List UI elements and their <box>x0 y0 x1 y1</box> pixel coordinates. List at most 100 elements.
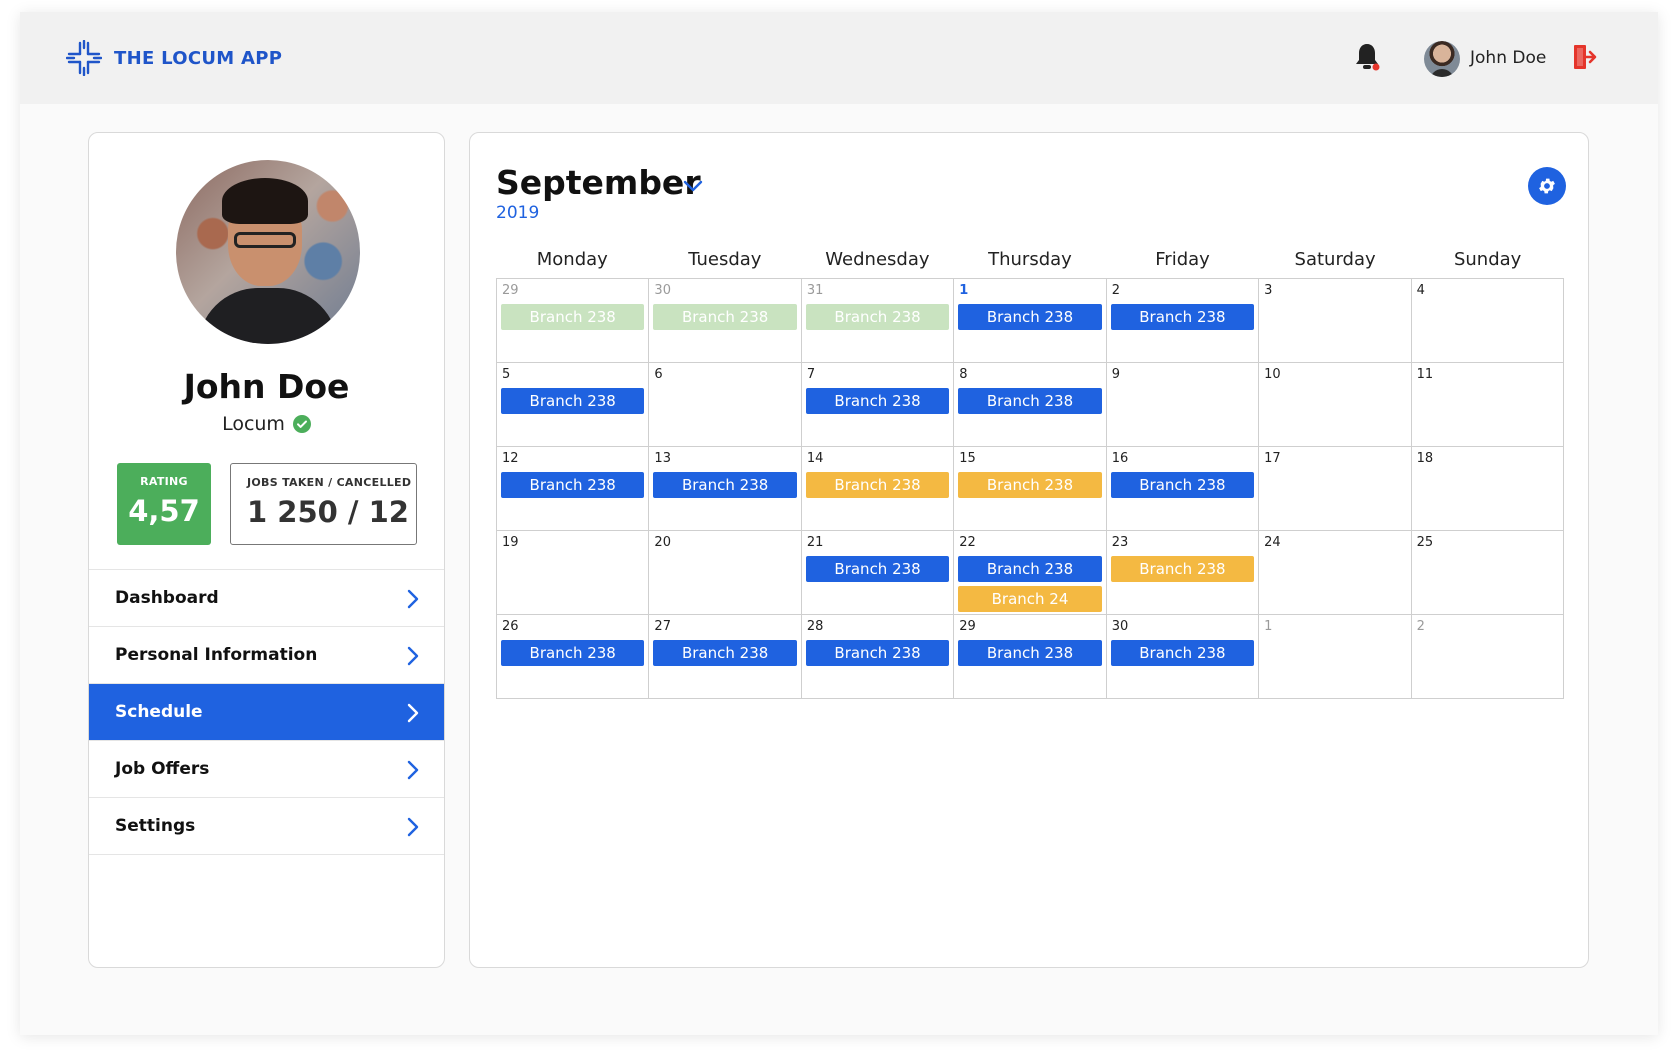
calendar-event[interactable]: Branch 238 <box>501 304 645 330</box>
weekday-label: Friday <box>1155 249 1210 270</box>
calendar-event[interactable]: Branch 238 <box>1110 472 1255 498</box>
calendar-event[interactable]: Branch 238 <box>958 556 1102 582</box>
calendar-day-cell[interactable]: 19 <box>497 531 650 615</box>
calendar-day-cell[interactable]: 29 Branch 238 <box>954 615 1107 699</box>
day-number: 16 <box>1111 451 1129 466</box>
calendar-day-cell[interactable]: 30 Branch 238 <box>1106 615 1260 699</box>
gear-icon <box>1539 178 1555 194</box>
user-avatar[interactable] <box>1424 41 1460 77</box>
calendar-event[interactable]: Branch 238 <box>958 472 1102 498</box>
day-number: 7 <box>806 367 816 382</box>
calendar-event[interactable]: Branch 238 <box>805 640 950 666</box>
calendar-day-cell[interactable]: 30 Branch 238 <box>649 279 802 363</box>
day-number: 13 <box>654 451 671 466</box>
day-number: 14 <box>806 451 824 466</box>
calendar-day-cell[interactable]: 25 <box>1411 531 1564 615</box>
calendar-panel: September 2019 Monday Tuesday Wednesday … <box>469 132 1589 968</box>
day-number: 8 <box>959 367 968 382</box>
calendar-day-cell[interactable]: 23 Branch 238 <box>1106 531 1260 615</box>
calendar-day-cell[interactable]: 12 Branch 238 <box>497 447 650 531</box>
calendar-day-cell[interactable]: 26 Branch 238 <box>497 615 650 699</box>
calendar-day-cell[interactable]: 7 Branch 238 <box>801 363 955 447</box>
month-title[interactable]: September <box>496 163 701 202</box>
day-number: 26 <box>502 619 519 634</box>
day-number: 22 <box>959 535 976 550</box>
calendar-day-cell[interactable]: 24 <box>1259 531 1412 615</box>
day-number: 23 <box>1111 535 1129 550</box>
calendar-event[interactable]: Branch 238 <box>653 640 797 666</box>
calendar-day-cell[interactable]: 9 <box>1106 363 1260 447</box>
profile-photo <box>176 160 360 344</box>
notification-bell-icon[interactable] <box>1353 42 1381 72</box>
calendar-event[interactable]: Branch 238 <box>958 388 1102 414</box>
calendar-day-cell[interactable]: 15 Branch 238 <box>954 447 1107 531</box>
calendar-event[interactable]: Branch 24 <box>958 586 1102 612</box>
calendar-event[interactable]: Branch 238 <box>653 472 797 498</box>
app-window: THE LOCUM APP John Doe John Doe Locum RA… <box>20 12 1658 1035</box>
calendar-event[interactable]: Branch 238 <box>805 304 950 330</box>
calendar-event[interactable]: Branch 238 <box>501 640 645 666</box>
calendar-event[interactable]: Branch 238 <box>958 304 1102 330</box>
calendar-day-cell[interactable]: 18 <box>1411 447 1564 531</box>
calendar-event[interactable]: Branch 238 <box>1110 640 1255 666</box>
calendar-event[interactable]: Branch 238 <box>805 388 950 414</box>
calendar-day-cell[interactable]: 1 <box>1259 615 1412 699</box>
day-number: 15 <box>959 451 976 466</box>
menu-item-label: Dashboard <box>115 588 219 608</box>
calendar-settings-button[interactable] <box>1528 167 1566 205</box>
calendar-event[interactable]: Branch 238 <box>1110 556 1255 582</box>
profile-role: Locum <box>89 413 444 435</box>
calendar-day-cell[interactable]: 1 Branch 238 <box>954 279 1107 363</box>
calendar-day-cell[interactable]: 6 <box>649 363 802 447</box>
calendar-event[interactable]: Branch 238 <box>501 388 645 414</box>
calendar-event[interactable]: Branch 238 <box>653 304 797 330</box>
app-logo-icon <box>66 40 102 76</box>
chevron-down-icon[interactable] <box>682 179 704 193</box>
menu-item-dashboard[interactable]: Dashboard <box>89 570 444 627</box>
day-number: 29 <box>502 283 519 298</box>
calendar-day-cell[interactable]: 22 Branch 238 Branch 24 <box>954 531 1107 615</box>
calendar-day-cell[interactable]: 2 <box>1411 615 1564 699</box>
weekday-label: Sunday <box>1453 249 1522 270</box>
calendar-day-cell[interactable]: 8 Branch 238 <box>954 363 1107 447</box>
day-number: 21 <box>806 535 824 550</box>
calendar-day-cell[interactable]: 13 Branch 238 <box>649 447 802 531</box>
chevron-right-icon <box>407 817 419 837</box>
calendar-day-cell[interactable]: 11 <box>1411 363 1564 447</box>
calendar-event[interactable]: Branch 238 <box>805 472 950 498</box>
calendar-day-cell[interactable]: 20 <box>649 531 802 615</box>
top-bar: THE LOCUM APP John Doe <box>20 12 1658 104</box>
brand[interactable]: THE LOCUM APP <box>66 40 282 76</box>
day-number: 27 <box>654 619 671 634</box>
menu-item-label: Schedule <box>115 702 203 722</box>
calendar-event[interactable]: Branch 238 <box>805 556 950 582</box>
calendar-event[interactable]: Branch 238 <box>958 640 1102 666</box>
rating-card: RATING 4,57 <box>117 463 211 545</box>
chevron-right-icon <box>407 646 419 666</box>
weekday-label: Thursday <box>988 249 1072 270</box>
menu-item-job-offers[interactable]: Job Offers <box>89 741 444 798</box>
day-number: 4 <box>1416 283 1425 298</box>
calendar-event[interactable]: Branch 238 <box>1110 304 1255 330</box>
calendar-day-cell[interactable]: 17 <box>1259 447 1412 531</box>
day-number: 9 <box>1111 367 1120 382</box>
calendar-day-cell[interactable]: 14 Branch 238 <box>801 447 955 531</box>
calendar-day-cell[interactable]: 2 Branch 238 <box>1106 279 1260 363</box>
menu-item-schedule[interactable]: Schedule <box>89 684 444 741</box>
calendar-day-cell[interactable]: 29 Branch 238 <box>497 279 650 363</box>
calendar-day-cell[interactable]: 5 Branch 238 <box>497 363 650 447</box>
calendar-day-cell[interactable]: 28 Branch 238 <box>801 615 955 699</box>
calendar-day-cell[interactable]: 10 <box>1259 363 1412 447</box>
weekday-header: Monday Tuesday Wednesday Thursday Friday… <box>496 249 1564 273</box>
calendar-day-cell[interactable]: 16 Branch 238 <box>1106 447 1260 531</box>
calendar-day-cell[interactable]: 4 <box>1411 279 1564 363</box>
calendar-day-cell[interactable]: 27 Branch 238 <box>649 615 802 699</box>
calendar-day-cell[interactable]: 21 Branch 238 <box>801 531 955 615</box>
calendar-day-cell[interactable]: 3 <box>1259 279 1412 363</box>
calendar-day-cell[interactable]: 31 Branch 238 <box>801 279 955 363</box>
calendar-event[interactable]: Branch 238 <box>501 472 645 498</box>
menu-item-settings[interactable]: Settings <box>89 798 444 855</box>
header-user-name[interactable]: John Doe <box>1470 48 1546 68</box>
logout-icon[interactable] <box>1572 43 1598 71</box>
menu-item-personal-information[interactable]: Personal Information <box>89 627 444 684</box>
